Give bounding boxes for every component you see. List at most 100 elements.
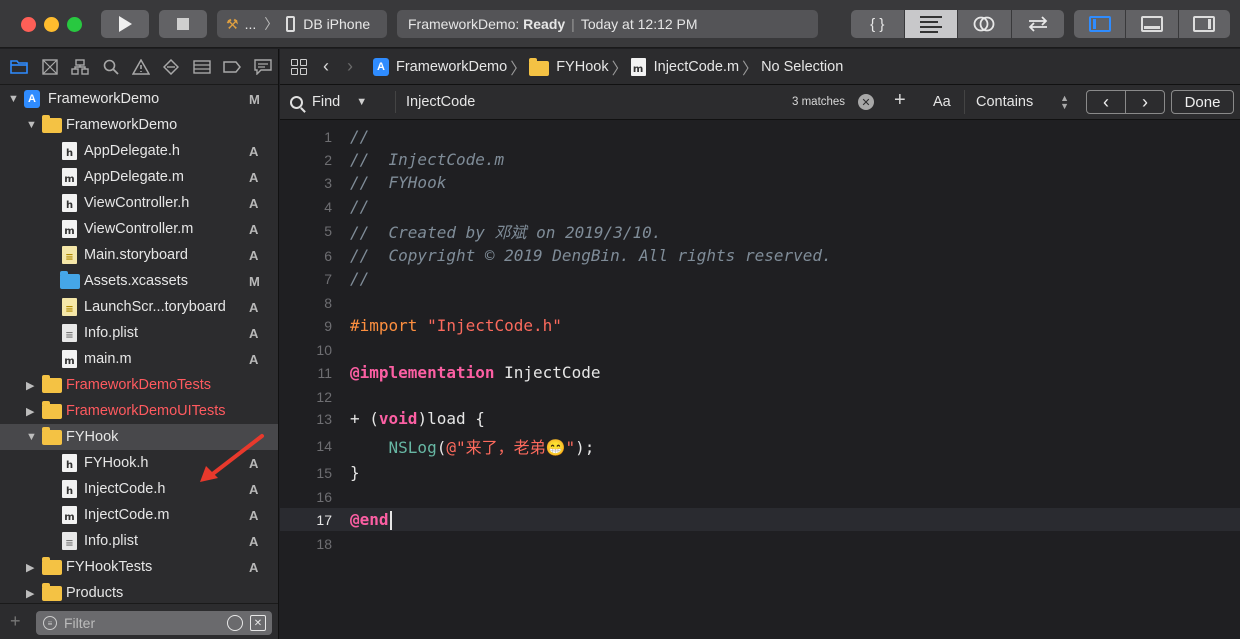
line-number: 15 bbox=[316, 464, 332, 481]
breadcrumb-project[interactable]: A FrameworkDemo bbox=[373, 57, 507, 76]
stop-button[interactable] bbox=[159, 10, 207, 38]
go-forward-button[interactable]: › bbox=[347, 56, 353, 77]
divider bbox=[395, 91, 396, 113]
tree-item-label: Info.plist bbox=[84, 533, 138, 549]
previous-match-button[interactable]: ‹ bbox=[1087, 91, 1126, 113]
ignore-case-toggle[interactable]: Aa bbox=[933, 94, 951, 110]
tree-item-label: InjectCode.h bbox=[84, 481, 166, 497]
assistant-editor-button[interactable] bbox=[958, 10, 1012, 38]
close-window-button[interactable] bbox=[21, 17, 36, 32]
tree-item-label: FrameworkDemoTests bbox=[66, 377, 212, 393]
tree-row-file[interactable]: m ViewController.m A bbox=[0, 216, 278, 242]
tree-item-label: FrameworkDemo bbox=[48, 91, 160, 107]
next-match-button[interactable]: › bbox=[1126, 91, 1164, 113]
toggle-debug-area-button[interactable] bbox=[1126, 10, 1179, 38]
header-file-icon: h bbox=[62, 194, 77, 212]
done-button[interactable]: Done bbox=[1171, 90, 1234, 114]
breadcrumb-selection[interactable]: No Selection bbox=[761, 59, 843, 75]
symbol-navigator-tab[interactable] bbox=[65, 55, 95, 79]
zoom-window-button[interactable] bbox=[67, 17, 82, 32]
test-diamond-icon bbox=[163, 58, 180, 75]
code-line: 13 + (void)load { bbox=[280, 407, 1240, 430]
code-line: 8 bbox=[280, 291, 1240, 314]
code-line: 9 #import "InjectCode.h" bbox=[280, 314, 1240, 337]
match-type-popup[interactable]: Contains ▲ ▼ bbox=[964, 90, 1077, 114]
find-mode-popup[interactable]: Find ▼ bbox=[290, 94, 367, 110]
breadcrumb-separator: 〉 bbox=[742, 60, 759, 78]
line-number: 9 bbox=[324, 317, 332, 334]
toggle-inspector-button[interactable] bbox=[1178, 10, 1230, 38]
tree-row-folder[interactable]: ▶ FYHookTests A bbox=[0, 554, 278, 580]
breadcrumb-group[interactable]: FYHook bbox=[529, 57, 609, 76]
tree-row-file[interactable]: ≡ Info.plist A bbox=[0, 528, 278, 554]
tree-row-folder[interactable]: ▼ FrameworkDemo bbox=[0, 112, 278, 138]
breakpoint-navigator-tab[interactable] bbox=[217, 55, 247, 79]
source-control-tab[interactable] bbox=[34, 55, 64, 79]
debug-navigator-tab[interactable] bbox=[187, 55, 217, 79]
disclosure-closed-icon[interactable]: ▶ bbox=[26, 405, 34, 418]
related-items-icon[interactable] bbox=[291, 58, 307, 75]
scm-filter-icon[interactable]: ✕ bbox=[250, 615, 266, 631]
breadcrumb-separator: 〉 bbox=[611, 60, 628, 78]
find-navigator-tab[interactable] bbox=[95, 55, 125, 79]
editor-mode-group: { } bbox=[851, 10, 1064, 38]
plist-file-icon: ≡ bbox=[62, 532, 77, 550]
header-file-icon: h bbox=[62, 142, 77, 160]
project-navigator: ▼ A FrameworkDemo M ▼ FrameworkDemo h Ap… bbox=[0, 49, 279, 639]
tree-row-file[interactable]: h ViewController.h A bbox=[0, 190, 278, 216]
tree-item-label: FYHookTests bbox=[66, 559, 153, 575]
tree-row-file[interactable]: h AppDelegate.h A bbox=[0, 138, 278, 164]
tree-row-folder[interactable]: ▶ FrameworkDemoUITests bbox=[0, 398, 278, 424]
run-destination: DB iPhone bbox=[303, 16, 371, 32]
objc-file-icon: m bbox=[62, 350, 77, 368]
breadcrumb-label: InjectCode.m bbox=[653, 58, 740, 75]
report-icon bbox=[254, 58, 272, 75]
disclosure-open-icon[interactable]: ▼ bbox=[26, 431, 37, 443]
code-line: 15} bbox=[280, 461, 1240, 484]
disclosure-open-icon[interactable]: ▼ bbox=[26, 119, 37, 131]
tree-row-file[interactable]: ≡ Main.storyboard A bbox=[0, 242, 278, 268]
chevron-right-icon: 〉 bbox=[264, 16, 279, 32]
minimize-window-button[interactable] bbox=[44, 17, 59, 32]
disclosure-closed-icon[interactable]: ▶ bbox=[26, 379, 34, 392]
tree-row-file[interactable]: m main.m A bbox=[0, 346, 278, 372]
tree-row-file[interactable]: m InjectCode.m A bbox=[0, 502, 278, 528]
report-navigator-tab[interactable] bbox=[248, 55, 278, 79]
tree-row-project[interactable]: ▼ A FrameworkDemo M bbox=[0, 86, 278, 112]
clear-search-button[interactable]: ✕ bbox=[858, 94, 874, 110]
filter-field[interactable]: ≡ Filter ✕ bbox=[36, 611, 272, 635]
tree-row-file[interactable]: m AppDelegate.m A bbox=[0, 164, 278, 190]
project-navigator-tab[interactable] bbox=[4, 55, 34, 79]
tree-row-file[interactable]: ≡ LaunchScr...toryboard A bbox=[0, 294, 278, 320]
disclosure-closed-icon[interactable]: ▶ bbox=[26, 561, 34, 574]
tree-row-file[interactable]: ≡ Info.plist A bbox=[0, 320, 278, 346]
toggle-navigator-button[interactable] bbox=[1074, 10, 1127, 38]
disclosure-closed-icon[interactable]: ▶ bbox=[26, 587, 34, 600]
add-file-button[interactable]: + bbox=[10, 611, 21, 632]
standard-editor-button[interactable] bbox=[904, 10, 958, 38]
scheme-selector[interactable]: ⚒ ... 〉 DB iPhone bbox=[217, 10, 387, 38]
code-review-button[interactable]: { } bbox=[851, 10, 905, 38]
run-button[interactable] bbox=[101, 10, 149, 38]
tree-row-file[interactable]: Assets.xcassets M bbox=[0, 268, 278, 294]
find-input[interactable]: InjectCode bbox=[406, 94, 475, 110]
match-type-label: Contains bbox=[976, 94, 1034, 110]
go-back-button[interactable]: ‹ bbox=[323, 56, 329, 77]
test-navigator-tab[interactable] bbox=[156, 55, 186, 79]
tree-row-folder[interactable]: ▶ FrameworkDemoTests bbox=[0, 372, 278, 398]
warning-icon bbox=[131, 58, 150, 75]
activity-project: FrameworkDemo: bbox=[408, 16, 520, 32]
breadcrumb-file[interactable]: m InjectCode.m bbox=[630, 57, 740, 76]
scm-status: A bbox=[249, 143, 259, 159]
tree-item-label: FrameworkDemoUITests bbox=[66, 403, 226, 419]
plist-file-icon: ≡ bbox=[62, 324, 77, 342]
code-text: ); bbox=[575, 437, 595, 457]
disclosure-open-icon[interactable]: ▼ bbox=[8, 93, 19, 105]
code-line: 2 // InjectCode.m bbox=[280, 148, 1240, 171]
version-editor-button[interactable] bbox=[1011, 10, 1064, 38]
line-number: 3 bbox=[324, 174, 332, 191]
toolbar: ⚒ ... 〉 DB iPhone FrameworkDemo: Ready |… bbox=[0, 0, 1240, 48]
issue-navigator-tab[interactable] bbox=[126, 55, 156, 79]
add-pattern-button[interactable]: + bbox=[894, 89, 906, 112]
recent-files-icon[interactable] bbox=[227, 615, 243, 631]
